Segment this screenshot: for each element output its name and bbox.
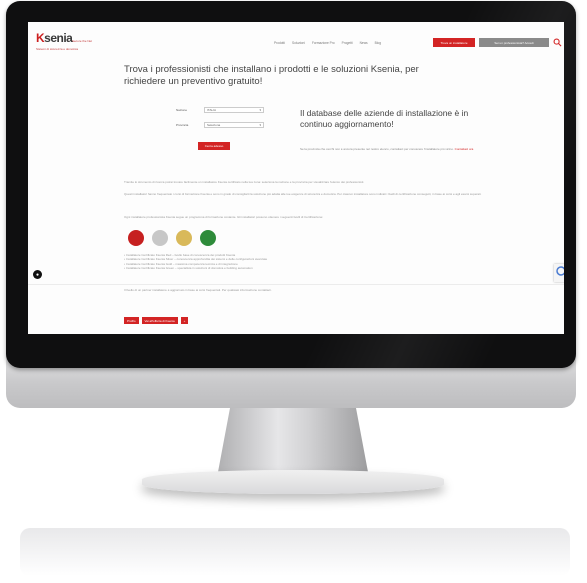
certification-list: • Installatore Certificato Ksenia Red – … <box>124 253 454 270</box>
badge-silver <box>152 230 168 246</box>
search-button[interactable]: Cerca adesso <box>198 142 230 150</box>
nav-item-blog[interactable]: Blog <box>375 41 381 45</box>
nation-select[interactable]: ITALIA ▾ <box>204 107 264 113</box>
main-nav: Prodotti Soluzioni Formazione Pro Proget… <box>274 41 381 45</box>
intro-paragraph: Tramite lo strumento di ricerca potrai t… <box>124 180 365 184</box>
logo-subtitle: Secure the Net <box>72 39 93 43</box>
badge-red <box>128 230 144 246</box>
monitor-base <box>142 470 444 494</box>
contact-link[interactable]: Contattaci ora <box>455 147 474 151</box>
find-installer-button[interactable]: Trova un installatore <box>433 38 475 47</box>
professional-login-button[interactable]: Sei un professionista? Accedi <box>479 38 549 47</box>
recaptcha-badge[interactable] <box>554 264 564 282</box>
logo-text: senia <box>44 31 73 45</box>
province-value: Seleziona <box>207 123 221 127</box>
desk-reflection <box>20 528 570 576</box>
logo-k: K <box>36 31 45 45</box>
nation-row: Nazione ITALIA ▾ <box>176 106 264 114</box>
province-label: Provincia <box>176 123 189 127</box>
monitor-stand <box>218 408 368 472</box>
list-item: • Installatore Certificato Ksenia Green … <box>124 265 253 270</box>
page-title: Trova i professionisti che installano i … <box>124 64 419 87</box>
badge-green <box>200 230 216 246</box>
more-button[interactable]: + <box>180 317 189 324</box>
offer-button[interactable]: Vai all'offerta di Ksenia <box>141 317 178 324</box>
footnote: Il livello di un partner installatore è … <box>124 288 272 292</box>
recaptcha-icon <box>556 266 564 276</box>
database-title: Il database delle aziende di installazio… <box>300 108 469 129</box>
chat-button[interactable]: ● <box>33 270 42 279</box>
nav-item-news[interactable]: News <box>360 41 368 45</box>
province-select[interactable]: Seleziona ▾ <box>204 122 264 128</box>
nav-item-progetti[interactable]: Progetti <box>342 41 353 45</box>
section-divider <box>28 284 564 285</box>
nation-label: Nazione <box>176 108 188 112</box>
ksenia-logo[interactable]: Ksenia <box>36 31 73 45</box>
stage: Ksenia Secure the Net Sistemi di sicurez… <box>0 0 587 583</box>
chevron-down-icon: ▾ <box>259 108 261 112</box>
database-note-text: Se la provincia che cerchi non è ancora … <box>300 147 455 151</box>
nation-value: ITALIA <box>207 108 216 112</box>
nav-item-formazione[interactable]: Formazione Pro <box>312 41 335 45</box>
bottom-actions: Profilo Vai all'offerta di Ksenia + <box>124 317 189 324</box>
cert-paragraph: Ogni installatore professionista Ksenia … <box>124 215 324 219</box>
nav-item-prodotti[interactable]: Prodotti <box>274 41 285 45</box>
chat-icon: ● <box>35 271 40 278</box>
nav-item-soluzioni[interactable]: Soluzioni <box>292 41 305 45</box>
info-paragraph: Questi installatori hanno frequentato i … <box>124 192 482 196</box>
screen: Ksenia Secure the Net Sistemi di sicurez… <box>28 22 564 334</box>
search-icon[interactable] <box>553 38 562 47</box>
chevron-down-icon: ▾ <box>259 123 261 127</box>
province-row: Provincia Seleziona ▾ <box>176 121 264 129</box>
certification-badges <box>128 230 216 246</box>
logo-tagline: Sistemi di sicurezza e domotica <box>36 47 79 51</box>
database-note: Se la provincia che cerchi non è ancora … <box>300 147 490 151</box>
badge-gold <box>176 230 192 246</box>
profile-button[interactable]: Profilo <box>124 317 139 324</box>
site-header: Ksenia Secure the Net Sistemi di sicurez… <box>28 22 564 58</box>
